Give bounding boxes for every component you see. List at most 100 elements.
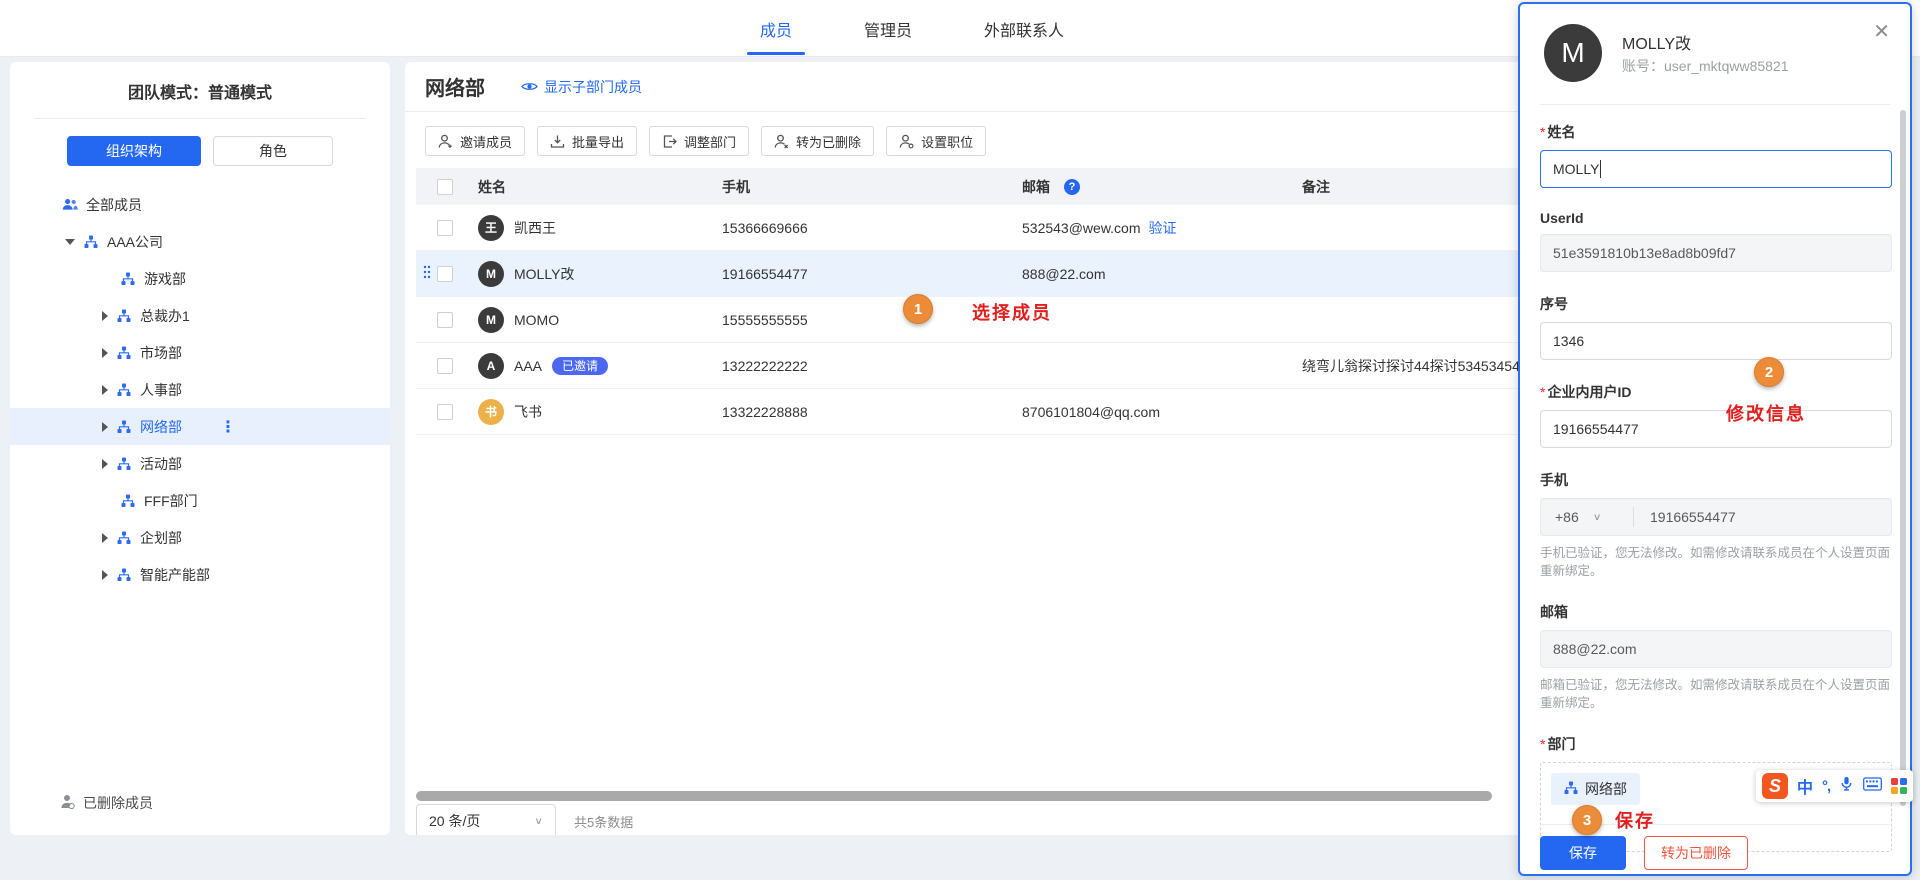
show-sub-members-label: 显示子部门成员	[544, 77, 642, 97]
move-to-deleted-label: 转为已删除	[796, 132, 861, 151]
panel-scrollbar[interactable]	[1900, 110, 1906, 806]
move-to-deleted-panel-button[interactable]: 转为已删除	[1644, 836, 1748, 870]
member-email: 8706101804@qq.com	[1022, 404, 1160, 420]
caret-right-icon[interactable]	[102, 348, 108, 358]
caret-down-icon[interactable]	[65, 239, 75, 245]
adjust-department-button[interactable]: 调整部门	[649, 126, 749, 156]
sidebar-divider	[34, 118, 366, 119]
tree-item-aaa-company[interactable]: AAA公司	[10, 223, 390, 260]
step-1-label: 选择成员	[972, 299, 1052, 325]
move-to-deleted-button[interactable]: 转为已删除	[761, 126, 874, 156]
panel-divider	[1540, 104, 1890, 105]
close-icon[interactable]: ✕	[1873, 22, 1890, 42]
select-all-checkbox[interactable]	[437, 179, 453, 195]
keyboard-icon[interactable]	[1863, 777, 1882, 796]
email-help-text: 邮箱已验证，您无法修改。如需修改请联系成员在个人设置页面重新绑定。	[1540, 676, 1892, 712]
enterprise-id-input[interactable]	[1540, 410, 1892, 448]
avatar: A	[478, 353, 504, 379]
org-icon	[120, 272, 136, 286]
person-gear-icon	[899, 134, 914, 149]
caret-right-icon[interactable]	[102, 422, 108, 432]
tab-external-label: 外部联系人	[984, 17, 1064, 41]
row-checkbox[interactable]	[437, 220, 453, 236]
ime-language-toggle[interactable]: 中	[1797, 774, 1813, 798]
save-button[interactable]: 保存	[1540, 836, 1626, 870]
department-tag[interactable]: 网络部	[1551, 773, 1640, 805]
microphone-icon[interactable]	[1839, 776, 1854, 796]
sogou-ime-icon[interactable]: S	[1762, 773, 1788, 799]
tab-external-contacts[interactable]: 外部联系人	[984, 0, 1064, 57]
invited-badge: 已邀请	[552, 357, 608, 375]
ime-punctuation-toggle[interactable]: °,	[1822, 778, 1830, 795]
chevron-down-icon: ∨	[534, 815, 543, 826]
step-2-label: 修改信息	[1726, 400, 1806, 426]
row-checkbox[interactable]	[437, 312, 453, 328]
drag-handle-icon[interactable]	[423, 265, 431, 282]
caret-right-icon[interactable]	[102, 311, 108, 321]
help-icon[interactable]: ?	[1064, 179, 1080, 195]
tab-members[interactable]: 成员	[760, 0, 792, 57]
pagination-bar: 20 条/页 ∨ 共5条数据	[416, 804, 633, 835]
org-icon	[116, 457, 132, 471]
deleted-members-item[interactable]: 已删除成员	[60, 793, 153, 813]
team-mode-title: 团队模式：普通模式	[10, 62, 390, 103]
tree-item-label: 人事部	[140, 380, 182, 400]
ime-toolbar: S 中 °,	[1756, 770, 1913, 802]
panel-avatar: M	[1544, 24, 1602, 82]
org-structure-button[interactable]: 组织架构	[67, 136, 201, 166]
caret-right-icon[interactable]	[102, 533, 108, 543]
row-checkbox[interactable]	[437, 404, 453, 420]
page-size-select[interactable]: 20 条/页 ∨	[416, 804, 556, 835]
set-position-label: 设置职位	[921, 132, 973, 151]
verify-link[interactable]: 验证	[1149, 218, 1177, 238]
horizontal-scrollbar[interactable]	[416, 791, 1492, 801]
tab-admins[interactable]: 管理员	[864, 0, 912, 57]
tree-item-fff-dept[interactable]: FFF部门	[10, 482, 390, 519]
phone-help-text: 手机已验证，您无法修改。如需修改请联系成员在个人设置页面重新绑定。	[1540, 544, 1892, 580]
member-edit-panel: ✕ M MOLLY改 账号：user_mktqww85821 姓名 MOLLY …	[1518, 2, 1912, 876]
tree-item-network-dept[interactable]: 网络部 ⋮	[10, 408, 390, 445]
step-2-marker: 2	[1754, 357, 1784, 387]
tree-item-game-dept[interactable]: 游戏部	[10, 260, 390, 297]
batch-export-label: 批量导出	[572, 132, 624, 151]
tree-item-ceo-office[interactable]: 总裁办1	[10, 297, 390, 334]
person-remove-icon	[774, 134, 789, 149]
tree-item-smart-capacity-dept[interactable]: 智能产能部	[10, 556, 390, 593]
org-icon	[83, 235, 99, 249]
name-input[interactable]: MOLLY	[1540, 150, 1892, 188]
invite-member-button[interactable]: 邀请成员	[425, 126, 525, 156]
caret-right-icon[interactable]	[102, 459, 108, 469]
org-icon	[116, 531, 132, 545]
people-icon	[62, 198, 78, 211]
member-name: 飞书	[514, 402, 542, 422]
avatar: M	[478, 261, 504, 287]
ime-toolbox-icon[interactable]	[1891, 778, 1907, 794]
show-sub-members-toggle[interactable]: 显示子部门成员	[521, 77, 642, 97]
tree-item-planning-dept[interactable]: 企划部	[10, 519, 390, 556]
row-checkbox[interactable]	[437, 266, 453, 282]
tree-item-all-members[interactable]: 全部成员	[10, 186, 390, 223]
deleted-members-label: 已删除成员	[83, 793, 153, 813]
column-name: 姓名	[478, 177, 722, 197]
caret-right-icon[interactable]	[102, 570, 108, 580]
tree-item-hr-dept[interactable]: 人事部	[10, 371, 390, 408]
step-3-marker: 3	[1572, 805, 1602, 835]
tree-item-activity-dept[interactable]: 活动部	[10, 445, 390, 482]
page-size-value: 20 条/页	[429, 811, 480, 831]
set-position-button[interactable]: 设置职位	[886, 126, 986, 156]
row-checkbox[interactable]	[437, 358, 453, 374]
caret-right-icon[interactable]	[102, 385, 108, 395]
org-tree: 全部成员 AAA公司 游戏部 总裁办1	[10, 186, 390, 593]
country-code-value: +86	[1555, 509, 1579, 525]
sequence-input[interactable]	[1540, 322, 1892, 360]
tree-item-market-dept[interactable]: 市场部	[10, 334, 390, 371]
step-3-label: 保存	[1615, 807, 1655, 833]
role-button[interactable]: 角色	[213, 136, 333, 166]
tab-admins-label: 管理员	[864, 17, 912, 41]
transfer-icon	[662, 134, 677, 149]
department-tag-label: 网络部	[1585, 779, 1627, 799]
more-menu-icon[interactable]: ⋮	[220, 417, 236, 437]
batch-export-button[interactable]: 批量导出	[537, 126, 637, 156]
member-name: 凯西王	[514, 218, 556, 238]
org-icon	[116, 568, 132, 582]
